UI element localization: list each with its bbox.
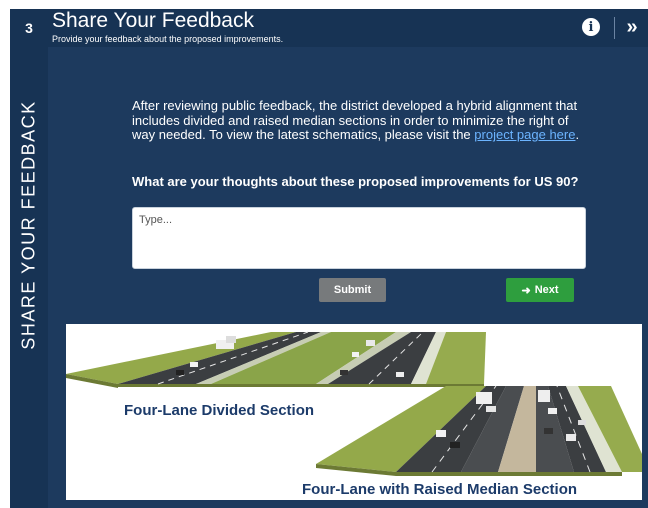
- info-icon[interactable]: i: [582, 18, 600, 36]
- next-button-label: Next: [534, 284, 559, 296]
- divided-section-road: [66, 331, 486, 388]
- project-page-link[interactable]: project page here: [474, 127, 575, 142]
- panel-header: 3 Share Your Feedback Provide your feedb…: [10, 9, 648, 47]
- page-subtitle: Provide your feedback about the proposed…: [52, 34, 284, 44]
- raised-median-road: [316, 385, 642, 476]
- feedback-question: What are your thoughts about these propo…: [132, 174, 579, 189]
- intro-paragraph: After reviewing public feedback, the dis…: [132, 98, 580, 143]
- sidebar: SHARE YOUR FEEDBACK: [10, 47, 48, 508]
- feedback-panel: 3 Share Your Feedback Provide your feedb…: [10, 9, 648, 508]
- caption-raised-median-section: Four-Lane with Raised Median Section: [302, 481, 578, 498]
- arrow-right-icon: ➜: [521, 284, 531, 297]
- next-button[interactable]: ➜ Next: [506, 278, 574, 302]
- road-section-illustration: Four-Lane Divided Section Four-Lane with…: [66, 324, 642, 500]
- page-title: Share Your Feedback: [52, 9, 254, 32]
- intro-text-end: .: [575, 127, 580, 142]
- feedback-input[interactable]: [132, 207, 586, 269]
- main-content: After reviewing public feedback, the dis…: [48, 47, 648, 508]
- header-divider: [614, 17, 615, 39]
- submit-button[interactable]: Submit: [319, 278, 386, 302]
- caption-divided-section: Four-Lane Divided Section: [124, 402, 315, 419]
- double-chevron-right-icon[interactable]: »: [620, 15, 644, 39]
- sidebar-label: SHARE YOUR FEEDBACK: [18, 100, 39, 350]
- char-counter: 0/500: [553, 259, 574, 268]
- step-number: 3: [10, 9, 48, 47]
